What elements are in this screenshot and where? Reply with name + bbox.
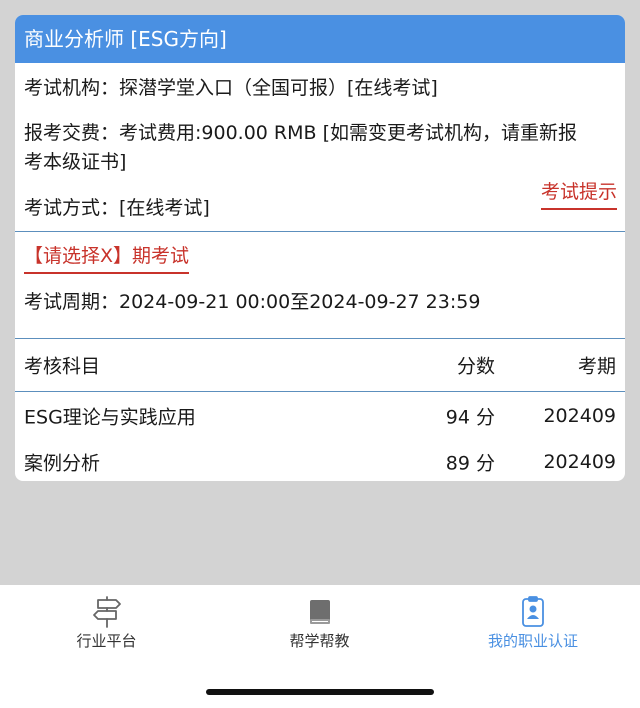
header-period: 考期 — [577, 355, 616, 378]
exam-institution: 考试机构：探潜学堂入口（全国可报）[在线考试] — [24, 77, 438, 99]
tab-industry-platform[interactable]: 行业平台 — [0, 585, 213, 665]
exam-method: 考试方式：[在线考试] — [24, 197, 210, 219]
exam-info-section: 考试机构：探潜学堂入口（全国可报）[在线考试] 报考交费：考试费用:900.00… — [15, 63, 625, 232]
tab-label: 我的职业认证 — [487, 632, 578, 650]
home-indicator[interactable] — [206, 689, 434, 695]
tab-study-help[interactable]: 帮学帮教 — [213, 585, 426, 665]
table-row: 案例分析 89 分 202409 — [15, 439, 625, 481]
row-period: 202409 — [543, 451, 616, 473]
exam-period: 考试周期：2024-09-21 00:00至2024-09-27 23:59 — [24, 291, 481, 313]
exam-fee-line2: 考本级证书] — [24, 151, 127, 173]
row-subject: 案例分析 — [24, 452, 101, 475]
session-select-link[interactable]: 【请选择X】期考试 — [24, 242, 190, 274]
tab-my-certification[interactable]: 我的职业认证 — [426, 585, 640, 665]
row-period: 202409 — [543, 405, 616, 427]
scores-table-header: 考核科目 分数 考期 — [15, 339, 625, 392]
header-subject: 考核科目 — [24, 355, 101, 378]
exam-fee-line1: 报考交费：考试费用:900.00 RMB [如需变更考试机构，请重新报 — [24, 122, 578, 144]
tab-label: 行业平台 — [76, 632, 137, 650]
tab-label: 帮学帮教 — [289, 632, 350, 650]
table-row: ESG理论与实践应用 94 分 202409 — [15, 393, 625, 439]
row-subject: ESG理论与实践应用 — [24, 406, 196, 429]
exam-tip-link[interactable]: 考试提示 — [540, 178, 617, 210]
exam-session-section: 【请选择X】期考试 考试周期：2024-09-21 00:00至2024-09-… — [15, 232, 625, 339]
signpost-icon — [92, 596, 121, 628]
certificate-card: 商业分析师 [ESG方向] 考试机构：探潜学堂入口（全国可报）[在线考试] 报考… — [15, 15, 625, 481]
page-title: 商业分析师 [ESG方向] — [15, 15, 625, 63]
row-score: 89 分 — [445, 452, 495, 475]
row-score: 94 分 — [445, 406, 495, 429]
book-icon — [309, 600, 330, 624]
header-score: 分数 — [456, 355, 495, 378]
id-badge-icon — [522, 596, 544, 627]
